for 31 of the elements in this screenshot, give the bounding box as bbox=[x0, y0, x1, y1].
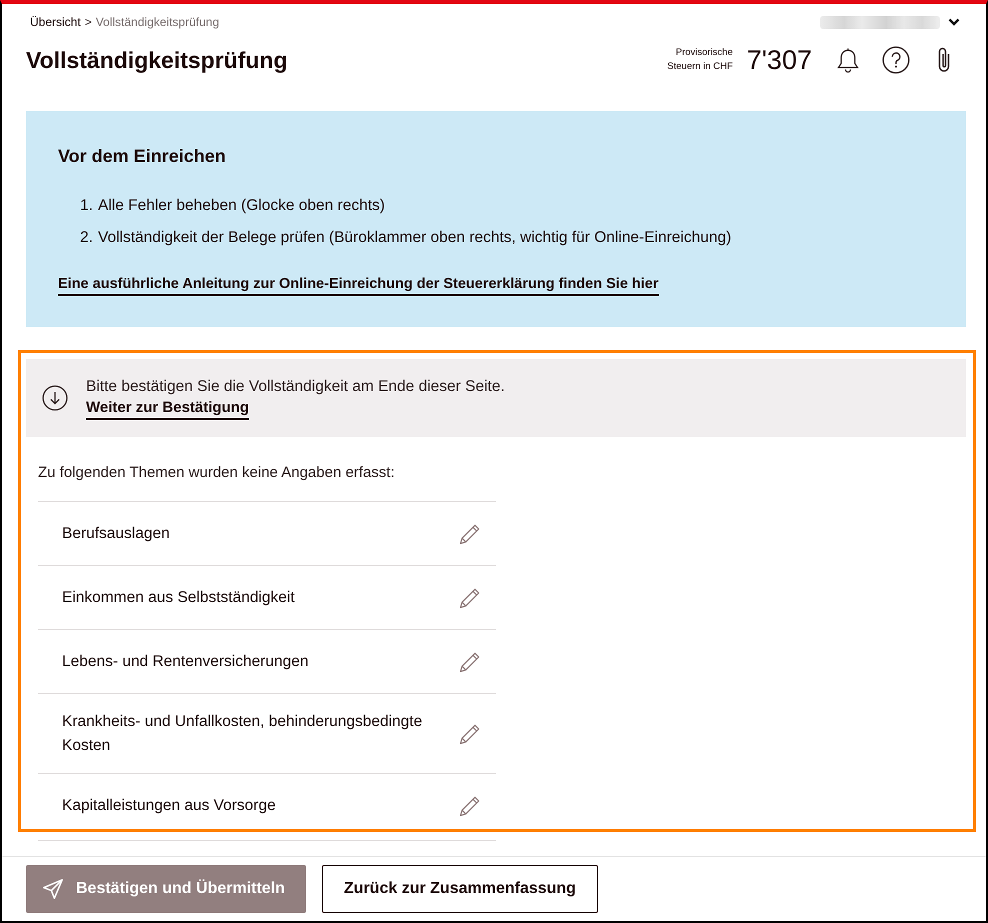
step-text: Alle Fehler beheben (Glocke oben rechts) bbox=[98, 196, 385, 216]
back-button[interactable]: Zurück zur Zusammenfassung bbox=[322, 865, 598, 913]
step-text: Vollständigkeit der Belege prüfen (Büroklammer oben rechts, wichtig für Online-Einreichung) bbox=[98, 228, 732, 248]
arrow-down-circle-icon bbox=[42, 385, 68, 411]
bell-icon[interactable] bbox=[836, 46, 860, 74]
step-number: 2. bbox=[80, 228, 94, 248]
topic-label: Kapitalleistungen aus Vorsorge bbox=[62, 796, 276, 816]
send-icon bbox=[42, 878, 64, 900]
breadcrumb-link[interactable]: Übersicht bbox=[30, 14, 81, 30]
pencil-icon[interactable] bbox=[458, 586, 482, 610]
pencil-icon[interactable] bbox=[458, 722, 482, 746]
topics-intro: Zu folgenden Themen wurden keine Angaben erfasst: bbox=[38, 463, 396, 483]
breadcrumb-current: Vollständigkeitsprüfung bbox=[96, 14, 220, 30]
pencil-icon[interactable] bbox=[458, 794, 482, 818]
breadcrumb-separator: > bbox=[84, 14, 92, 30]
topic-label: Berufsauslagen bbox=[62, 524, 170, 544]
topic-label: Lebens- und Rentenversicherungen bbox=[62, 652, 308, 672]
chevron-down-icon[interactable] bbox=[948, 18, 960, 26]
topic-label: Krankheits- und Unfallkosten, behinderungsbedingte Kosten bbox=[62, 712, 424, 756]
help-icon[interactable] bbox=[882, 46, 910, 74]
confirmation-link[interactable]: Weiter zur Bestätigung bbox=[86, 398, 250, 420]
tax-amount: 7'307 bbox=[746, 45, 812, 75]
info-heading: Vor dem Einreichen bbox=[58, 145, 227, 168]
tax-label: Provisorische Steuern in CHF bbox=[666, 46, 733, 74]
notice-text: Bitte bestätigen Sie die Vollständigkeit am Ende dieser Seite. bbox=[86, 377, 505, 397]
topic-label: Einkommen aus Selbstständigkeit bbox=[62, 588, 295, 608]
step-number: 1. bbox=[80, 196, 94, 216]
page-title: Vollständigkeitsprüfung bbox=[26, 46, 288, 75]
pencil-icon[interactable] bbox=[458, 522, 482, 546]
pencil-icon[interactable] bbox=[458, 650, 482, 674]
guide-link[interactable]: Eine ausführliche Anleitung zur Online-Einreichung der Steuererklärung finden Sie hier bbox=[58, 274, 659, 296]
